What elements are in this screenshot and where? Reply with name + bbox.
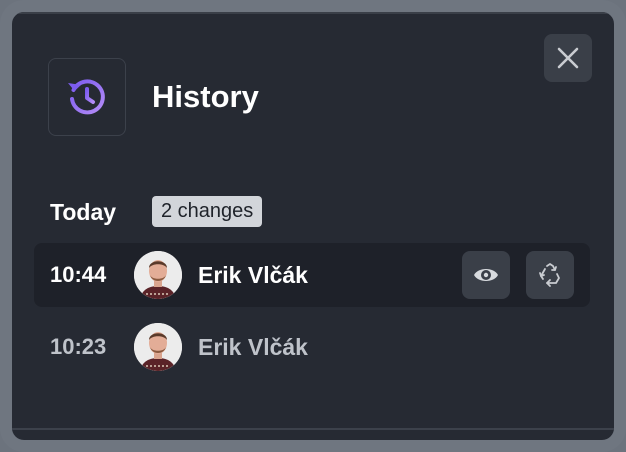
history-dialog: History Today 2 changes 10:44 Erik Vlčák [0, 0, 626, 452]
entry-time: 10:23 [50, 334, 107, 359]
dialog-title: History [152, 79, 259, 114]
close-button[interactable] [544, 34, 592, 82]
section-label-today: Today [50, 199, 117, 225]
avatar [134, 323, 182, 371]
history-entry-row[interactable]: 10:23 Erik Vlčák [34, 315, 590, 379]
restore-button[interactable] [526, 251, 574, 299]
entry-user-name: Erik Vlčák [198, 334, 308, 360]
recycle-icon [539, 263, 560, 287]
changes-count-badge: 2 changes [152, 196, 263, 227]
close-icon [557, 47, 579, 69]
entry-user-name: Erik Vlčák [198, 262, 308, 288]
eye-icon [474, 269, 498, 281]
dialog-body: History Today 2 changes 10:44 Erik Vlčák [12, 12, 614, 440]
history-icon [68, 79, 105, 115]
entry-time: 10:44 [50, 262, 107, 287]
footer-divider [12, 428, 614, 430]
avatar [134, 251, 182, 299]
history-icon-box [48, 58, 126, 136]
history-entry-row[interactable]: 10:44 Erik Vlčák [34, 243, 590, 307]
preview-button[interactable] [462, 251, 510, 299]
